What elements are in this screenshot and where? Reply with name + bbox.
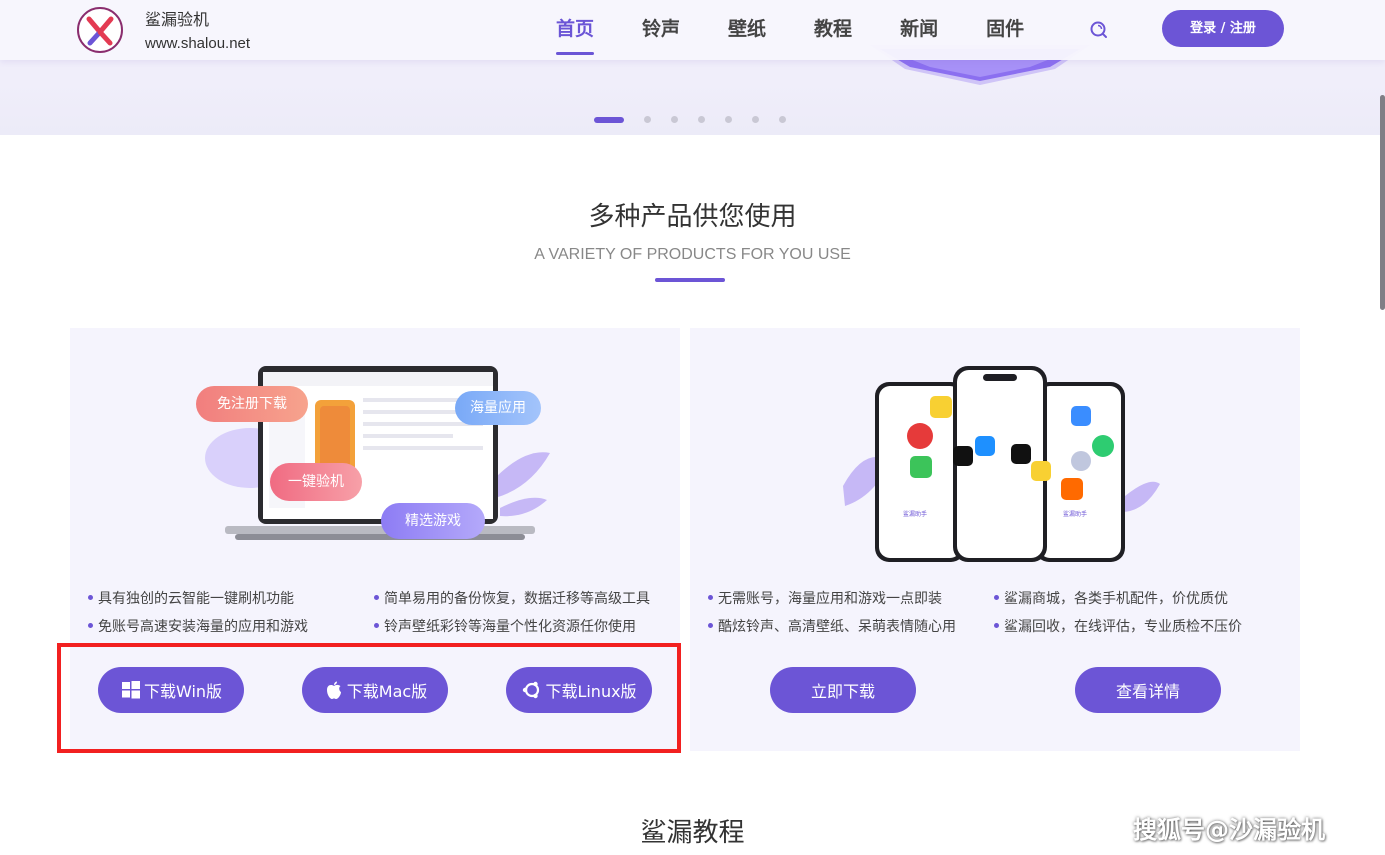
download-now-button[interactable]: 立即下载 bbox=[770, 667, 916, 713]
svg-text:鲨漏助手: 鲨漏助手 bbox=[903, 510, 927, 518]
page: 鲨漏验机 www.shalou.net 首页 铃声 壁纸 教程 新闻 固件 登录… bbox=[0, 0, 1385, 855]
svg-text:鲨漏助手: 鲨漏助手 bbox=[1063, 510, 1087, 518]
nav-item-news[interactable]: 新闻 bbox=[900, 0, 938, 60]
phones-illustration: 鲨漏助手 鲨漏助手 bbox=[843, 366, 1160, 562]
brand-url[interactable]: www.shalou.net bbox=[145, 35, 250, 52]
carousel-dot[interactable] bbox=[644, 116, 651, 123]
search-icon[interactable] bbox=[1089, 20, 1109, 40]
nav-item-wallpapers[interactable]: 壁纸 bbox=[728, 0, 766, 60]
nav-item-tutorials[interactable]: 教程 bbox=[814, 0, 852, 60]
logo-icon[interactable] bbox=[76, 6, 124, 54]
nav-item-firmware[interactable]: 固件 bbox=[986, 0, 1024, 60]
carousel-dot[interactable] bbox=[752, 116, 759, 123]
tag-free-download: 免注册下载 bbox=[196, 386, 308, 422]
carousel-dots bbox=[594, 116, 806, 123]
carousel-dot[interactable] bbox=[779, 116, 786, 123]
tag-massive-apps: 海量应用 bbox=[455, 391, 541, 425]
highlight-box bbox=[57, 643, 681, 753]
feature-item: 无需账号，海量应用和游戏一点即装 bbox=[708, 588, 942, 608]
feature-item: 简单易用的备份恢复，数据迁移等高级工具 bbox=[374, 588, 650, 608]
nav-item-home[interactable]: 首页 bbox=[556, 0, 595, 60]
section-underline bbox=[655, 278, 725, 282]
brand-name[interactable]: 鲨漏验机 bbox=[145, 6, 209, 30]
watermark: 搜狐号@沙漏验机 bbox=[1133, 816, 1325, 844]
feature-item: 鲨漏商城，各类手机配件，价优质优 bbox=[994, 588, 1228, 608]
nav-item-ringtones[interactable]: 铃声 bbox=[642, 0, 680, 60]
feature-item: 具有独创的云智能一键刷机功能 bbox=[88, 588, 294, 608]
carousel-dot[interactable] bbox=[594, 116, 624, 123]
view-details-button[interactable]: 查看详情 bbox=[1075, 667, 1221, 713]
tag-selected-games: 精选游戏 bbox=[381, 503, 485, 539]
feature-item: 酷炫铃声、高清壁纸、呆萌表情随心用 bbox=[708, 616, 956, 636]
feature-item: 铃声壁纸彩铃等海量个性化资源任你使用 bbox=[374, 616, 636, 636]
mobile-product-card: 鲨漏助手 鲨漏助手 无需账号，海量应用和游戏一点即装 鲨漏商城，各类手机配件，价… bbox=[690, 328, 1300, 751]
main-nav: 首页 铃声 壁纸 教程 新闻 固件 bbox=[556, 0, 1072, 60]
section-subtitle: A VARIETY OF PRODUCTS FOR YOU USE bbox=[534, 246, 851, 263]
carousel-dot[interactable] bbox=[671, 116, 678, 123]
carousel-dot[interactable] bbox=[698, 116, 705, 123]
tag-one-click-check: 一键验机 bbox=[270, 463, 362, 501]
feature-item: 免账号高速安装海量的应用和游戏 bbox=[88, 616, 308, 636]
site-header: 鲨漏验机 www.shalou.net 首页 铃声 壁纸 教程 新闻 固件 登录… bbox=[0, 0, 1385, 60]
carousel-dot[interactable] bbox=[725, 116, 732, 123]
section-title: 多种产品供您使用 bbox=[588, 202, 797, 232]
login-register-button[interactable]: 登录 / 注册 bbox=[1162, 10, 1284, 47]
feature-item: 鲨漏回收，在线评估，专业质检不压价 bbox=[994, 616, 1242, 636]
